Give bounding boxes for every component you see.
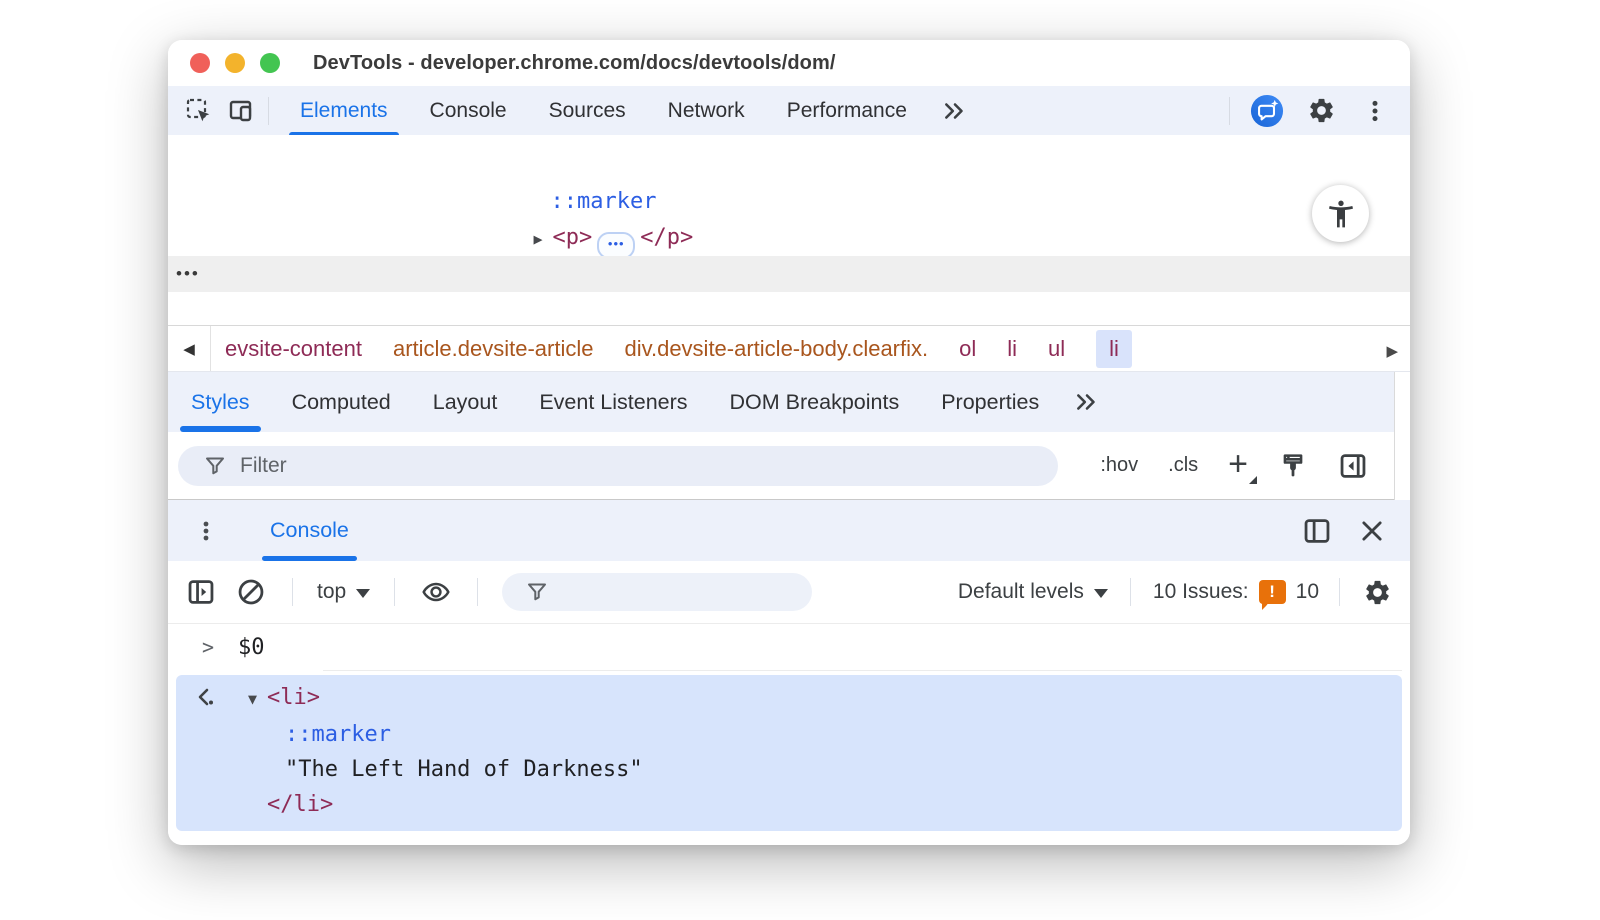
- window-title: DevTools - developer.chrome.com/docs/dev…: [313, 51, 836, 74]
- accessibility-person-icon: [1328, 200, 1353, 227]
- tab-console[interactable]: Console: [409, 86, 528, 135]
- chevron-down-icon: [356, 588, 371, 598]
- clear-console-icon[interactable]: [234, 575, 268, 609]
- minimize-window-button[interactable]: [225, 53, 245, 73]
- tab-computed[interactable]: Computed: [271, 372, 412, 432]
- breadcrumb-item[interactable]: evsite-content: [225, 336, 362, 362]
- styles-filter-row: :hov .cls +: [168, 432, 1410, 499]
- console-output: > $0 ▼ <li> ::marker "The Left Hand of Da…: [168, 624, 1410, 845]
- breadcrumb: evsite-content article.devsite-article d…: [225, 329, 1380, 368]
- drawer-tab-console[interactable]: Console: [256, 500, 363, 561]
- console-command-row[interactable]: > $0: [168, 624, 1410, 670]
- breadcrumb-scroll-left-button[interactable]: ◀: [168, 326, 211, 371]
- close-window-button[interactable]: [190, 53, 210, 73]
- tab-sources[interactable]: Sources: [528, 86, 647, 135]
- toolbar-divider: [292, 578, 293, 606]
- return-value-icon: [196, 687, 216, 707]
- styles-filter-input[interactable]: [178, 445, 1058, 486]
- panel-tabs: Elements Console Sources Network Perform…: [279, 86, 982, 138]
- context-selector[interactable]: top: [317, 580, 371, 604]
- traffic-lights: [190, 53, 280, 73]
- breadcrumb-item[interactable]: ol: [959, 336, 976, 362]
- titlebar: DevTools - developer.chrome.com/docs/dev…: [168, 40, 1410, 86]
- dom-row-li[interactable]: ▶<li></li>: [168, 292, 1410, 325]
- dom-row-li-selected[interactable]: ••• ▶<li></li>==$0: [168, 256, 1410, 292]
- toolbar-divider: [1229, 96, 1230, 125]
- collapse-arrow-icon[interactable]: ▼: [248, 682, 267, 717]
- console-toolbar: top Default levels 10 Issues: ! 10: [168, 561, 1410, 624]
- inspect-element-icon[interactable]: [182, 94, 216, 128]
- device-toolbar-icon[interactable]: [224, 94, 258, 128]
- tab-layout[interactable]: Layout: [412, 372, 519, 432]
- close-drawer-icon[interactable]: [1358, 517, 1386, 545]
- accessibility-widget-button[interactable]: [1312, 185, 1369, 242]
- breadcrumb-item[interactable]: ul: [1048, 336, 1065, 362]
- tab-dom-breakpoints[interactable]: DOM Breakpoints: [709, 372, 921, 432]
- toolbar-divider: [268, 96, 269, 125]
- dom-row-clipped: [168, 135, 1410, 148]
- result-li-close[interactable]: </li>: [176, 787, 1402, 822]
- tab-styles[interactable]: Styles: [170, 372, 271, 432]
- filter-funnel-icon: [204, 455, 226, 477]
- breadcrumb-item-selected[interactable]: li: [1096, 329, 1132, 368]
- styles-filter-field: [178, 445, 1058, 486]
- dock-sidebar-left-icon[interactable]: [1338, 451, 1368, 481]
- split-panel-icon[interactable]: [1302, 516, 1332, 546]
- chevron-down-icon: [1093, 588, 1108, 598]
- tab-performance[interactable]: Performance: [766, 86, 928, 135]
- breadcrumb-scroll-right-button[interactable]: ▶: [1380, 336, 1404, 362]
- kebab-menu-icon[interactable]: [1358, 94, 1392, 128]
- breadcrumb-item[interactable]: article.devsite-article: [393, 336, 594, 362]
- tab-network[interactable]: Network: [647, 86, 766, 135]
- toolbar-divider: [1339, 578, 1340, 606]
- dom-breadcrumb-bar: ◀ evsite-content article.devsite-article…: [168, 325, 1410, 372]
- toolbar-divider: [1129, 578, 1131, 606]
- styles-scrollbar-gutter[interactable]: [1394, 372, 1410, 500]
- settings-gear-icon[interactable]: [1304, 94, 1338, 128]
- tab-elements[interactable]: Elements: [279, 86, 409, 138]
- devtools-window: DevTools - developer.chrome.com/docs/dev…: [168, 40, 1410, 845]
- result-divider: [323, 670, 1402, 671]
- console-sidebar-icon[interactable]: [184, 575, 218, 609]
- rendering-brush-icon[interactable]: [1278, 451, 1308, 481]
- ai-assistant-icon[interactable]: [1250, 94, 1284, 128]
- tab-event-listeners[interactable]: Event Listeners: [518, 372, 708, 432]
- issue-warning-icon: !: [1258, 580, 1286, 610]
- dom-row-ul[interactable]: ▼<ul>: [168, 220, 1410, 286]
- toggle-element-classes-button[interactable]: .cls: [1168, 454, 1198, 477]
- dom-row-marker[interactable]: ::marker: [168, 148, 1410, 214]
- more-panels-icon[interactable]: [928, 86, 982, 135]
- more-sidebar-tabs-icon[interactable]: [1060, 372, 1114, 432]
- dom-row-p[interactable]: ▶<p></p>: [168, 184, 1410, 259]
- drawer-kebab-menu-icon[interactable]: [194, 519, 218, 543]
- filter-funnel-icon: [526, 581, 548, 603]
- command-text: $0: [238, 634, 265, 660]
- toolbar-divider: [394, 578, 396, 606]
- console-filter-field[interactable]: [502, 573, 813, 611]
- result-marker[interactable]: ::marker: [176, 717, 1402, 752]
- corner-triangle-icon: [1249, 476, 1257, 484]
- main-toolbar: Elements Console Sources Network Perform…: [168, 86, 1410, 138]
- result-text-node[interactable]: "The Left Hand of Darkness": [176, 752, 1402, 787]
- command-prompt-chevron: >: [202, 635, 215, 659]
- tab-properties[interactable]: Properties: [920, 372, 1060, 432]
- live-expression-eye-icon[interactable]: [419, 575, 453, 609]
- console-drawer-header: Console: [168, 499, 1410, 561]
- node-options-icon[interactable]: •••: [176, 256, 200, 292]
- arrow-left-icon: ◀: [183, 340, 195, 358]
- issues-counter[interactable]: 10 Issues: ! 10: [1153, 580, 1319, 610]
- toolbar-divider: [477, 578, 479, 606]
- log-levels-selector[interactable]: Default levels: [958, 580, 1108, 604]
- console-settings-gear-icon[interactable]: [1360, 575, 1394, 609]
- elements-dom-tree: ::marker ▶<p></p> ▼<ul> ••• ▶<li></li>==…: [168, 135, 1410, 325]
- breadcrumb-item[interactable]: div.devsite-article-body.clearfix.: [624, 336, 928, 362]
- toggle-hover-state-button[interactable]: :hov: [1100, 454, 1138, 477]
- zoom-window-button[interactable]: [260, 53, 280, 73]
- result-li-open[interactable]: ▼ <li>: [176, 680, 1402, 717]
- breadcrumb-item[interactable]: li: [1007, 336, 1017, 362]
- console-result-block[interactable]: ▼ <li> ::marker "The Left Hand of Darknes…: [176, 675, 1402, 831]
- styles-sidebar-tabs: Styles Computed Layout Event Listeners D…: [168, 372, 1410, 432]
- arrow-right-icon: ▶: [1386, 342, 1398, 360]
- new-style-rule-button[interactable]: +: [1228, 447, 1257, 484]
